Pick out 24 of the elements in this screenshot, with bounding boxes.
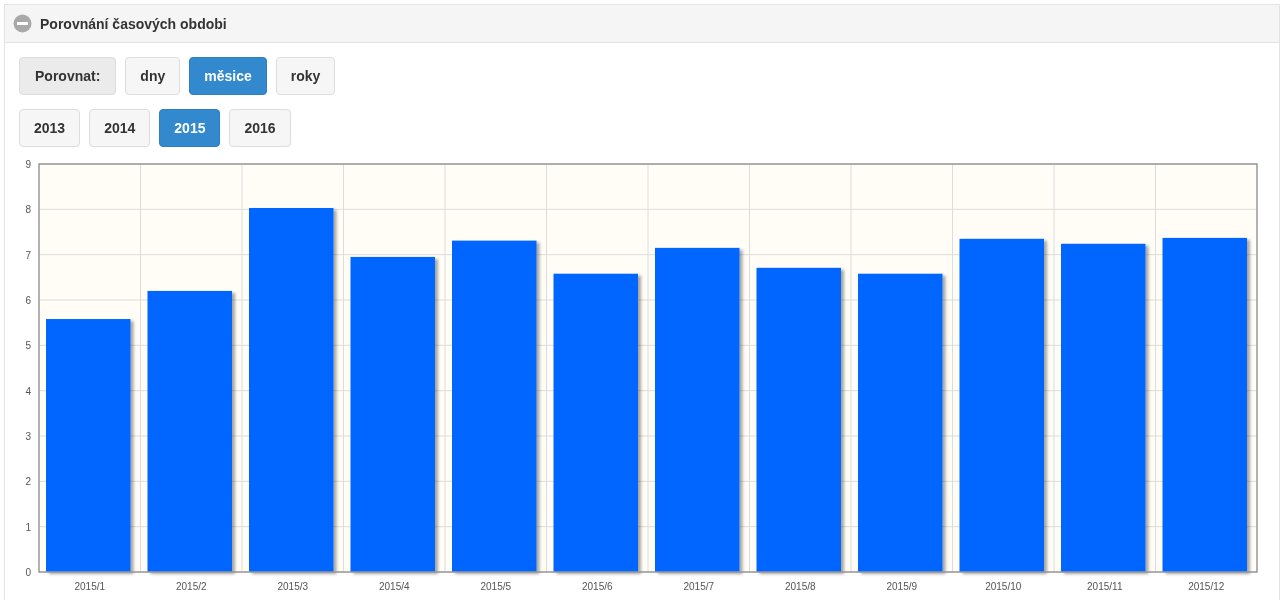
x-axis-label: 2015/12: [1188, 581, 1225, 592]
x-axis-label: 2015/1: [74, 581, 106, 592]
y-axis-label: 5: [25, 340, 31, 352]
x-axis-label: 2015/6: [581, 581, 613, 592]
x-axis-label: 2015/5: [480, 581, 512, 592]
panel-title: Porovnání časových obdobi: [40, 15, 227, 32]
y-axis-label: 0: [25, 567, 31, 578]
x-axis-label: 2015/11: [1087, 581, 1123, 592]
y-axis-label: 4: [25, 385, 31, 397]
y-axis-label: 7: [25, 249, 31, 261]
x-axis-label: 2015/2: [175, 581, 207, 592]
x-axis-label: 2015/8: [784, 581, 816, 592]
y-axis-label: 2: [25, 476, 31, 488]
x-axis-label: 2015/10: [985, 581, 1022, 592]
x-axis-label: 2015/3: [277, 581, 309, 592]
compare-label: Porovnat:: [19, 57, 117, 95]
y-axis-label: 6: [25, 295, 31, 306]
y-axis-label: 8: [25, 204, 31, 216]
x-axis-label: 2015/9: [886, 581, 918, 592]
y-axis-label: 1: [25, 521, 31, 533]
x-axis-label: 2015/4: [378, 581, 410, 592]
y-axis-label: 9: [25, 159, 31, 170]
y-axis-label: 3: [25, 431, 31, 442]
x-axis-label: 2015/7: [683, 581, 715, 592]
